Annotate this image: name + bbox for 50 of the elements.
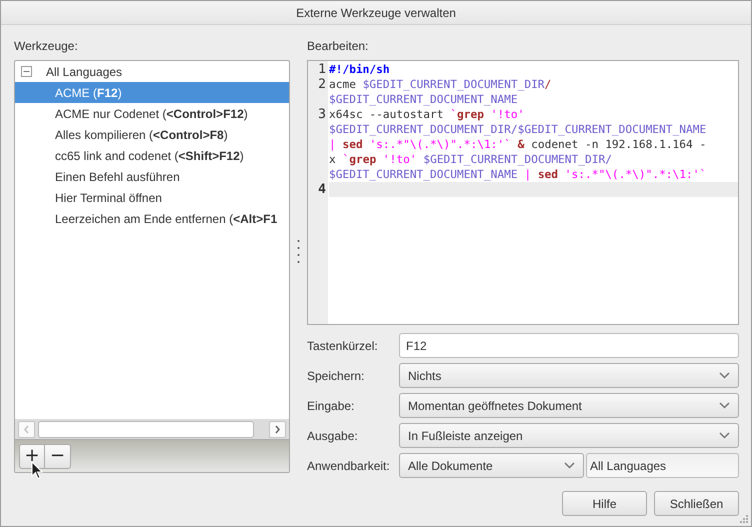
- resize-grip-icon[interactable]: [740, 515, 749, 524]
- toolbar-button[interactable]: +: [19, 444, 45, 468]
- line-number: 4: [318, 182, 326, 197]
- tools-label: Werkzeuge:: [14, 38, 79, 55]
- tree-item[interactable]: ACME nur Codenet (<Control>F12): [15, 103, 289, 124]
- scroll-right-button[interactable]: [269, 420, 286, 438]
- collapse-icon[interactable]: [21, 66, 32, 77]
- language-field[interactable]: All Languages: [586, 453, 739, 478]
- code-line: #!/bin/sh: [329, 62, 391, 77]
- code-line: acme $GEDIT_CURRENT_DOCUMENT_DIR/: [329, 77, 552, 92]
- splitter-handle-icon[interactable]: [297, 239, 300, 265]
- dialog-button[interactable]: Schließen: [654, 491, 739, 516]
- line-number: 3: [318, 107, 326, 122]
- code-line: $GEDIT_CURRENT_DOCUMENT_NAME | sed 's:.*"\(.*\)".*:\1:'`: [329, 167, 708, 182]
- dropdown[interactable]: In Fußleiste anzeigen: [399, 423, 739, 448]
- caret-icon: [719, 402, 730, 409]
- code-line: x64sc --autostart `grep '!to': [329, 107, 526, 122]
- window-title: Externe Werkzeuge verwalten: [296, 6, 456, 20]
- editor-label: Bearbeiten:: [307, 38, 370, 55]
- field-label: Speichern:: [307, 368, 366, 382]
- caret-icon: [564, 462, 575, 469]
- shortcut-field[interactable]: F12: [399, 333, 739, 358]
- caret-icon: [719, 372, 730, 379]
- code-line: x `grep '!to' $GEDIT_CURRENT_DOCUMENT_DIR/: [329, 152, 613, 167]
- field-label: Ausgabe:: [307, 428, 359, 442]
- tree-item[interactable]: Einen Befehl ausführen: [15, 166, 289, 187]
- tree-item[interactable]: Alles kompilieren (<Control>F8): [15, 124, 289, 145]
- tree-item[interactable]: cc65 link and codenet (<Shift>F12): [15, 145, 289, 166]
- line-number: 1: [318, 62, 326, 77]
- toolbar-button[interactable]: −: [45, 444, 71, 468]
- dropdown[interactable]: Alle Dokumente: [399, 453, 584, 478]
- chevron-right-icon: [274, 424, 282, 434]
- tree-item[interactable]: Leerzeichen am Ende entfernen (<Alt>F1: [15, 208, 289, 229]
- code-line: | sed 's:.*"\(.*\)".*:\1:'` & codenet -n 192.168.1.164 -: [329, 137, 708, 152]
- chevron-left-icon: [22, 424, 30, 434]
- field-label: Anwendbarkeit:: [307, 458, 391, 472]
- dialog-button[interactable]: Hilfe: [562, 491, 647, 516]
- line-number: 2: [318, 77, 326, 92]
- code-line: $GEDIT_CURRENT_DOCUMENT_DIR/$GEDIT_CURRENT_DOCUMENT_NAME: [329, 122, 708, 137]
- code-editor[interactable]: [307, 60, 739, 325]
- caret-icon: [719, 432, 730, 439]
- dropdown[interactable]: Nichts: [399, 363, 739, 388]
- field-label: Tastenkürzel:: [307, 338, 379, 352]
- code-line: $GEDIT_CURRENT_DOCUMENT_NAME: [329, 92, 519, 107]
- dropdown[interactable]: Momentan geöffnetes Dokument: [399, 393, 739, 418]
- field-label: Eingabe:: [307, 398, 356, 412]
- tree-item[interactable]: Hier Terminal öffnen: [15, 187, 289, 208]
- tree-item[interactable]: All Languages: [15, 61, 289, 82]
- horizontal-scrollbar[interactable]: [15, 419, 289, 439]
- scroll-thumb[interactable]: [38, 420, 254, 438]
